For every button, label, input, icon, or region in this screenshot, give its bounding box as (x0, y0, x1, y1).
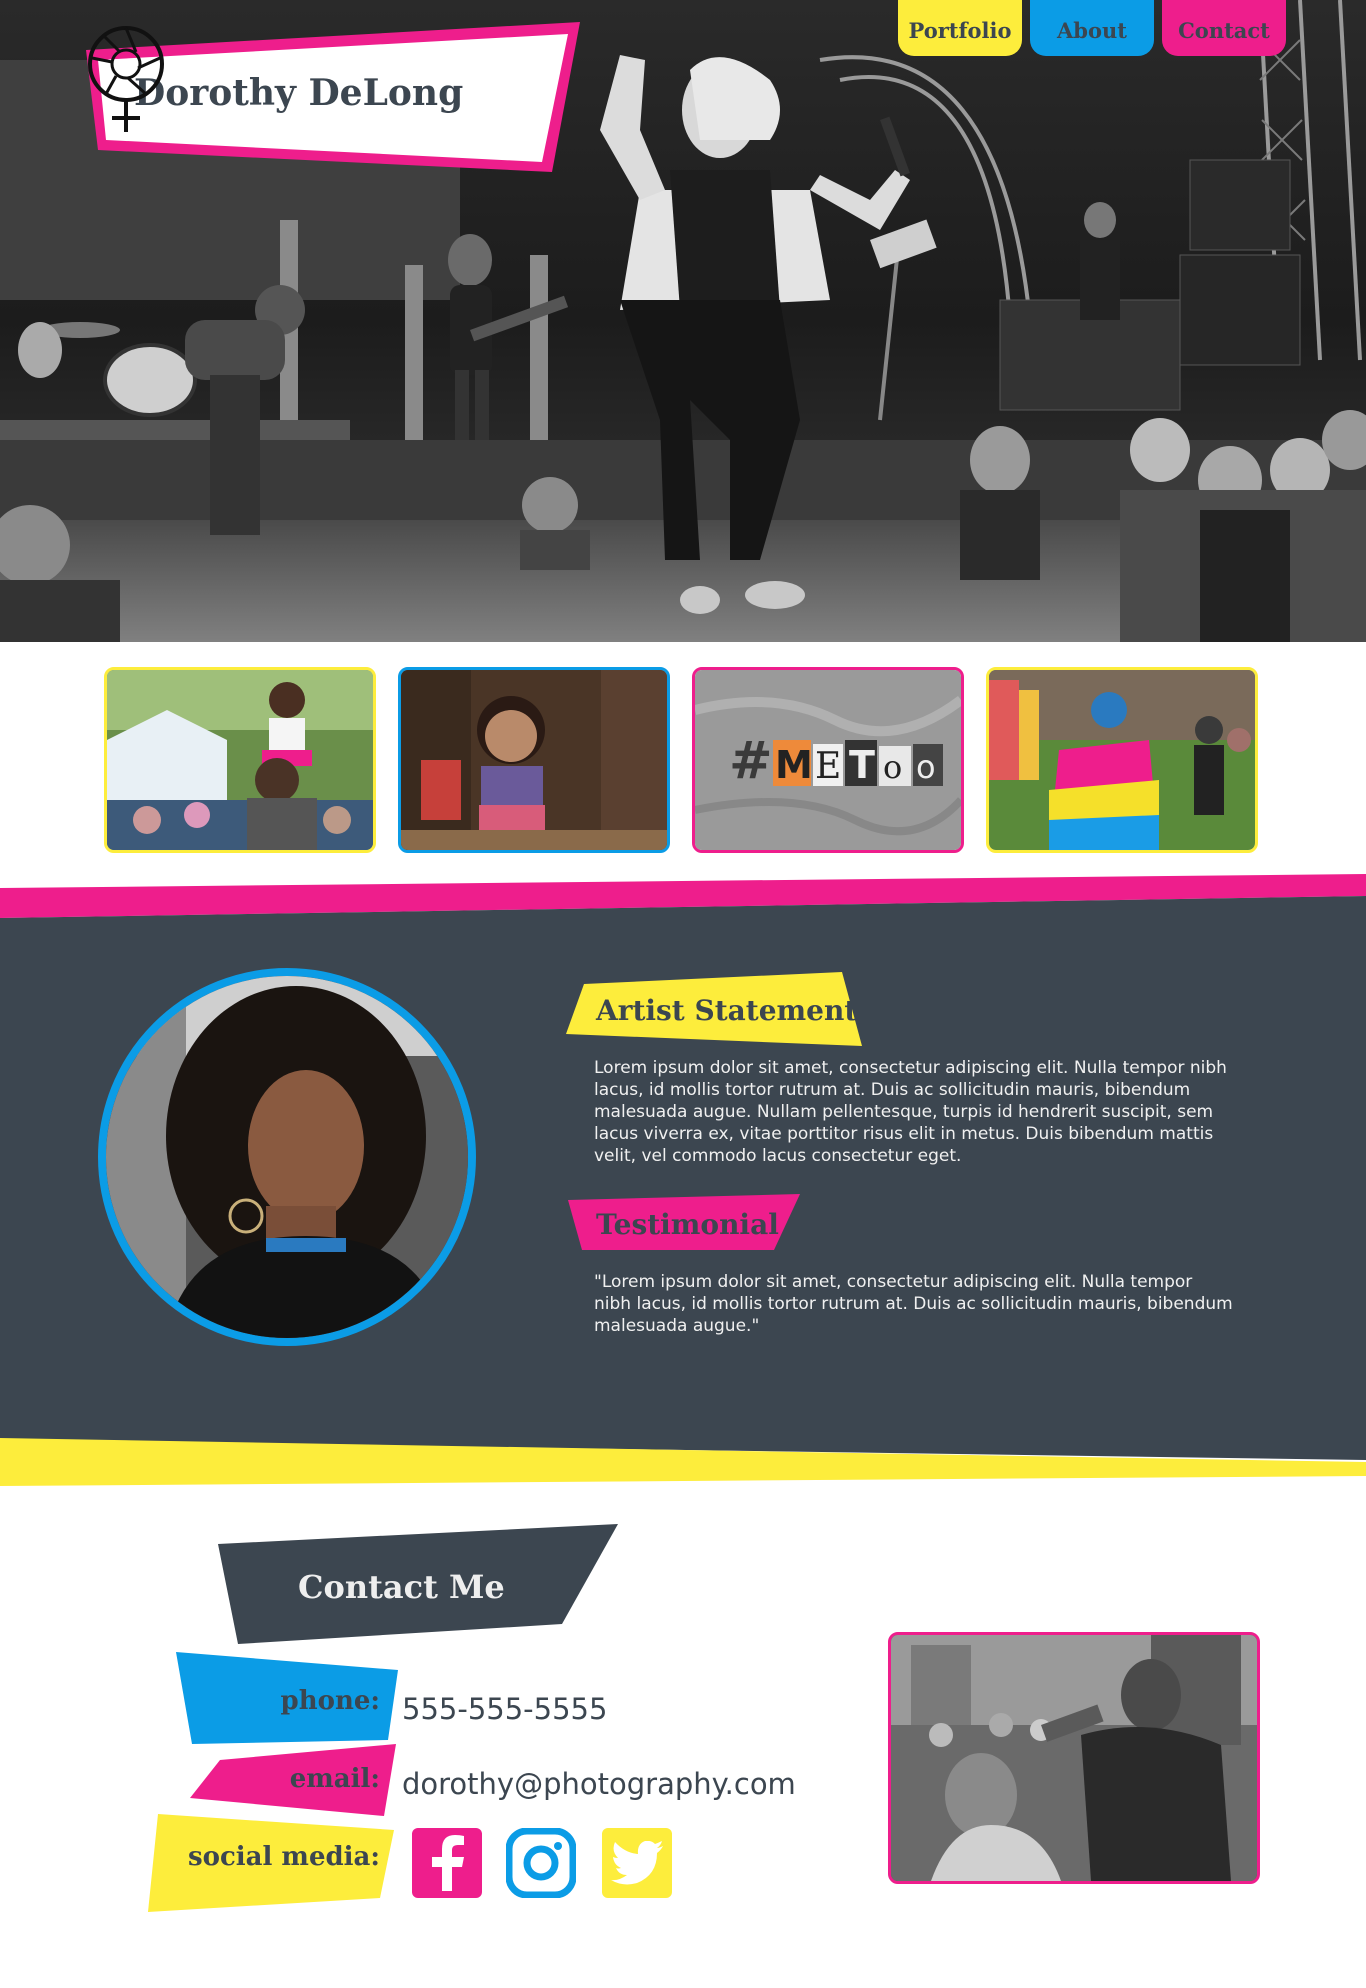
logo-card[interactable]: Dorothy DeLong (84, 22, 584, 174)
aperture-female-symbol-icon (88, 26, 164, 132)
social-label: social media: (187, 1842, 380, 1872)
contact-photo (888, 1632, 1260, 1884)
artist-portrait-photo (106, 976, 468, 1338)
artist-statement-text: Lorem ipsum dolor sit amet, consectetur … (594, 1058, 1227, 1166)
svg-text:M: M (775, 743, 813, 787)
twitter-icon[interactable] (602, 1828, 672, 1898)
nav-about[interactable]: About (1030, 0, 1154, 56)
twitter-glyph (611, 1841, 663, 1885)
gallery-thumbnail[interactable]: # M E T o o (692, 667, 964, 853)
pride-flag-photo (989, 670, 1255, 850)
nav-contact[interactable]: Contact (1162, 0, 1286, 56)
father-daughter-photo (107, 670, 373, 850)
testimonial-heading: Testimonial (596, 1208, 779, 1241)
testimonial-text: "Lorem ipsum dolor sit amet, consectetur… (594, 1272, 1233, 1336)
contact-heading: Contact Me (298, 1568, 505, 1606)
nav-portfolio[interactable]: Portfolio (898, 0, 1022, 56)
yellow-divider-band (0, 1438, 1366, 1486)
svg-text:o: o (883, 748, 902, 786)
facebook-icon[interactable] (412, 1828, 482, 1898)
email-value[interactable]: dorothy@photography.com (402, 1767, 796, 1801)
svg-text:#: # (729, 731, 773, 791)
phone-value[interactable]: 555-555-5555 (402, 1692, 607, 1726)
gallery-thumbnail[interactable] (398, 667, 670, 853)
metoo-letters-photo: # M E T o o (695, 670, 961, 850)
svg-text:E: E (815, 746, 841, 787)
gallery-thumbnails: # M E T o o (104, 667, 1258, 853)
page: Dorothy DeLong Portfolio About Contact #… (0, 0, 1366, 1988)
hero-image: Dorothy DeLong Portfolio About Contact (0, 0, 1366, 642)
instagram-icon[interactable] (506, 1828, 576, 1898)
smiling-girl-photo (401, 670, 667, 850)
artist-statement-heading: Artist Statement (596, 994, 858, 1027)
hairdresser-photo (891, 1635, 1257, 1881)
email-label: email: (289, 1764, 380, 1794)
svg-text:o: o (916, 748, 936, 786)
main-nav: Portfolio About Contact (898, 0, 1286, 56)
artist-portrait (98, 968, 476, 1346)
brand-name: Dorothy DeLong (134, 72, 464, 114)
phone-label: phone: (280, 1686, 380, 1716)
gallery-thumbnail[interactable] (986, 667, 1258, 853)
facebook-glyph (432, 1835, 464, 1891)
svg-text:T: T (849, 743, 875, 787)
gallery-thumbnail[interactable] (104, 667, 376, 853)
instagram-glyph (506, 1828, 576, 1898)
